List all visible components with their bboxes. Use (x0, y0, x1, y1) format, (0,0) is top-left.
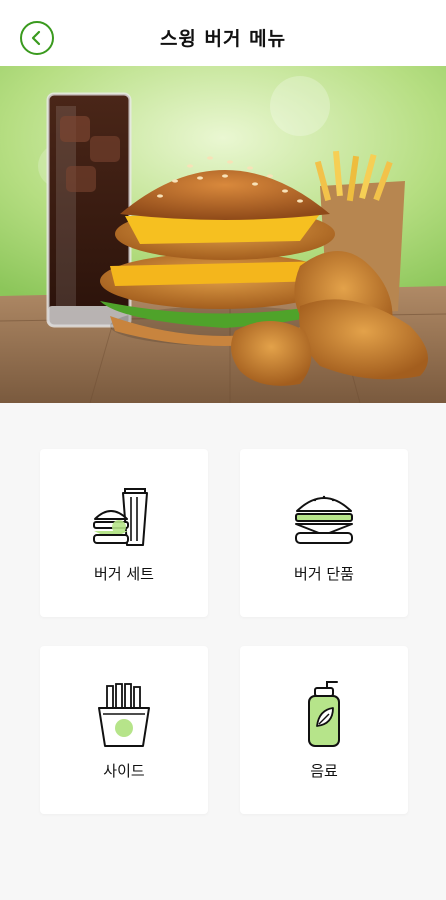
burger-icon (295, 495, 353, 544)
burger-set-icon (93, 488, 148, 546)
menu-card-label: 버거 단품 (294, 565, 354, 583)
menu-card-burger-set[interactable]: 버거 세트 (40, 449, 208, 617)
fries-icon (98, 683, 150, 747)
menu-card-side[interactable]: 사이드 (40, 646, 208, 814)
drink-bottle-icon (308, 681, 340, 747)
menu-card-label: 사이드 (103, 762, 145, 780)
hero-banner-image (0, 66, 446, 403)
menu-card-burger-single[interactable]: 버거 단품 (240, 449, 408, 617)
menu-card-label: 버거 세트 (94, 565, 154, 583)
page-title: 스윙 버거 메뉴 (159, 28, 287, 50)
menu-card-drink[interactable]: 음료 (240, 646, 408, 814)
app-header: 스윙 버거 메뉴 (0, 0, 446, 66)
menu-card-label: 음료 (310, 762, 338, 780)
